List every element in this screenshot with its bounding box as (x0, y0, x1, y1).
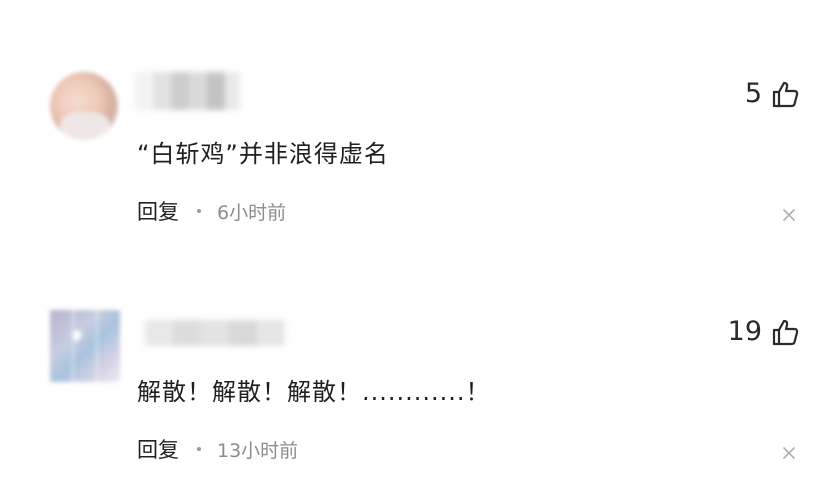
comment-text: 解散！解散！解散！............！ (137, 378, 491, 406)
reply-button[interactable]: 回复 (137, 196, 179, 226)
comment-text: “白斩鸡”并非浪得虚名 (137, 140, 389, 168)
comment-item: 19 解散！解散！解散！............！ 回复 13小时前 (0, 262, 838, 490)
like-button[interactable]: 5 (745, 76, 800, 112)
reply-button[interactable]: 回复 (137, 434, 179, 464)
timestamp: 6小时前 (217, 201, 287, 224)
close-icon[interactable] (782, 446, 796, 460)
dot-separator (197, 447, 201, 451)
like-count: 19 (727, 316, 762, 347)
comment-item: 5 “白斩鸡”并非浪得虚名 回复 6小时前 (0, 0, 838, 262)
comment-meta: 回复 13小时前 (137, 434, 298, 464)
thumbs-up-icon (772, 81, 799, 108)
username-blurred[interactable] (145, 320, 285, 346)
close-icon[interactable] (782, 208, 796, 222)
like-count: 5 (744, 78, 762, 109)
avatar[interactable] (50, 72, 118, 140)
like-button[interactable]: 19 (728, 314, 800, 350)
avatar[interactable] (50, 310, 120, 382)
dot-separator (197, 209, 201, 213)
comment-meta: 回复 6小时前 (137, 196, 286, 226)
location-pin-icon (69, 327, 85, 343)
thumbs-up-icon (772, 319, 799, 346)
username-blurred[interactable] (135, 72, 240, 110)
timestamp: 13小时前 (217, 439, 299, 462)
